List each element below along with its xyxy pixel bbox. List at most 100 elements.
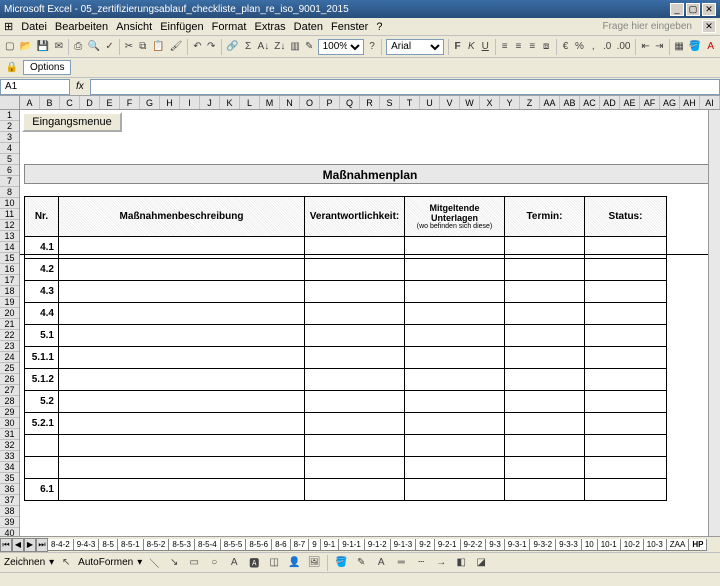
plan-row[interactable]: 5.2.1 <box>25 413 667 435</box>
preview-icon[interactable]: 🔍 <box>87 39 101 55</box>
cell-nr[interactable]: 5.1.1 <box>25 347 59 369</box>
cell-nr[interactable]: 5.1 <box>25 325 59 347</box>
sheet-tab[interactable]: 9-3-1 <box>504 539 531 551</box>
doc-close-button[interactable]: ✕ <box>702 20 716 33</box>
cell[interactable] <box>59 435 305 457</box>
row-header[interactable]: 29 <box>0 407 19 418</box>
plan-row[interactable]: 5.1.2 <box>25 369 667 391</box>
merge-icon[interactable]: ⧈ <box>541 39 552 55</box>
cell[interactable] <box>305 369 405 391</box>
sheet-tab[interactable]: 8-7 <box>290 539 310 551</box>
menu-window[interactable]: Fenster <box>331 21 368 33</box>
col-header[interactable]: AG <box>660 96 680 109</box>
col-header[interactable]: H <box>160 96 180 109</box>
cell[interactable] <box>585 259 667 281</box>
col-header[interactable]: Y <box>500 96 520 109</box>
row-header[interactable]: 8 <box>0 187 19 198</box>
col-header[interactable]: G <box>140 96 160 109</box>
row-header[interactable]: 24 <box>0 352 19 363</box>
sheet-tab[interactable]: 8-5-6 <box>245 539 272 551</box>
cell[interactable] <box>305 325 405 347</box>
plan-row[interactable] <box>25 435 667 457</box>
tab-nav-prev-icon[interactable]: ◀ <box>12 538 24 552</box>
sheet-tab[interactable]: 9-1-3 <box>390 539 417 551</box>
cut-icon[interactable]: ✂ <box>124 39 135 55</box>
tab-nav-last-icon[interactable]: ⏭ <box>36 538 48 552</box>
sheet-tab[interactable]: 9-2 <box>415 539 435 551</box>
sheet-tab[interactable]: 8-5-1 <box>117 539 144 551</box>
cell[interactable] <box>305 237 405 259</box>
cell[interactable] <box>405 237 505 259</box>
row-header[interactable]: 4 <box>0 143 19 154</box>
row-header[interactable]: 30 <box>0 418 19 429</box>
menu-extras[interactable]: Extras <box>254 21 285 33</box>
row-header[interactable]: 40 <box>0 528 19 536</box>
cell[interactable] <box>585 325 667 347</box>
cell[interactable] <box>59 479 305 501</box>
cell[interactable] <box>305 435 405 457</box>
cell[interactable] <box>585 391 667 413</box>
row-header[interactable]: 12 <box>0 220 19 231</box>
cell-nr[interactable] <box>25 457 59 479</box>
cell[interactable] <box>405 479 505 501</box>
plan-row[interactable]: 6.1 <box>25 479 667 501</box>
row-header[interactable]: 36 <box>0 484 19 495</box>
row-header[interactable]: 10 <box>0 198 19 209</box>
row-header[interactable]: 11 <box>0 209 19 220</box>
open-icon[interactable]: 📂 <box>18 39 32 55</box>
cell[interactable] <box>505 369 585 391</box>
row-header[interactable]: 34 <box>0 462 19 473</box>
cell[interactable] <box>59 347 305 369</box>
row-header[interactable]: 19 <box>0 297 19 308</box>
spell-icon[interactable]: ✓ <box>104 39 115 55</box>
cell[interactable] <box>59 281 305 303</box>
cell[interactable] <box>305 303 405 325</box>
col-header[interactable]: AD <box>600 96 620 109</box>
cell[interactable] <box>585 479 667 501</box>
ask-question-box[interactable]: Frage hier eingeben <box>602 21 692 32</box>
cell-nr[interactable]: 4.1 <box>25 237 59 259</box>
sheet-tab[interactable]: 9-3 <box>485 539 505 551</box>
cell-nr[interactable]: 5.2.1 <box>25 413 59 435</box>
plan-row[interactable]: 4.2 <box>25 259 667 281</box>
minimize-button[interactable]: _ <box>670 3 684 16</box>
tab-nav-first-icon[interactable]: ⏮ <box>0 538 12 552</box>
vertical-scrollbar[interactable] <box>708 110 720 536</box>
cell[interactable] <box>305 479 405 501</box>
row-header[interactable]: 6 <box>0 165 19 176</box>
cell[interactable] <box>305 391 405 413</box>
cell-nr[interactable]: 4.4 <box>25 303 59 325</box>
row-header[interactable]: 33 <box>0 451 19 462</box>
col-header[interactable]: I <box>180 96 200 109</box>
plan-row[interactable]: 5.1.1 <box>25 347 667 369</box>
sheet-tab[interactable]: 10-1 <box>597 539 621 551</box>
row-header[interactable]: 35 <box>0 473 19 484</box>
save-icon[interactable]: 💾 <box>36 39 50 55</box>
row-header[interactable]: 38 <box>0 506 19 517</box>
col-header[interactable]: AE <box>620 96 640 109</box>
col-header[interactable]: P <box>320 96 340 109</box>
col-header[interactable]: M <box>260 96 280 109</box>
row-header[interactable]: 27 <box>0 385 19 396</box>
row-header[interactable]: 7 <box>0 176 19 187</box>
help-icon[interactable]: ? <box>367 39 378 55</box>
col-header[interactable]: N <box>280 96 300 109</box>
menu-data[interactable]: Daten <box>294 21 323 33</box>
col-header[interactable]: U <box>420 96 440 109</box>
link-icon[interactable]: 🔗 <box>225 39 239 55</box>
row-header[interactable]: 5 <box>0 154 19 165</box>
cell[interactable] <box>585 303 667 325</box>
cell[interactable] <box>59 457 305 479</box>
col-header[interactable]: AC <box>580 96 600 109</box>
col-header[interactable]: T <box>400 96 420 109</box>
font-color-icon[interactable]: A <box>705 39 716 55</box>
sheet-tab[interactable]: HP <box>688 539 707 551</box>
sheet-tab[interactable]: 8-4-2 <box>48 539 74 551</box>
row-header[interactable]: 13 <box>0 231 19 242</box>
inc-indent-icon[interactable]: ⇥ <box>654 39 665 55</box>
maximize-button[interactable]: ▢ <box>686 3 700 16</box>
cell[interactable] <box>405 281 505 303</box>
row-header[interactable]: 32 <box>0 440 19 451</box>
sheet-tab[interactable]: 9-1-1 <box>338 539 365 551</box>
sort-asc-icon[interactable]: A↓ <box>257 39 271 55</box>
